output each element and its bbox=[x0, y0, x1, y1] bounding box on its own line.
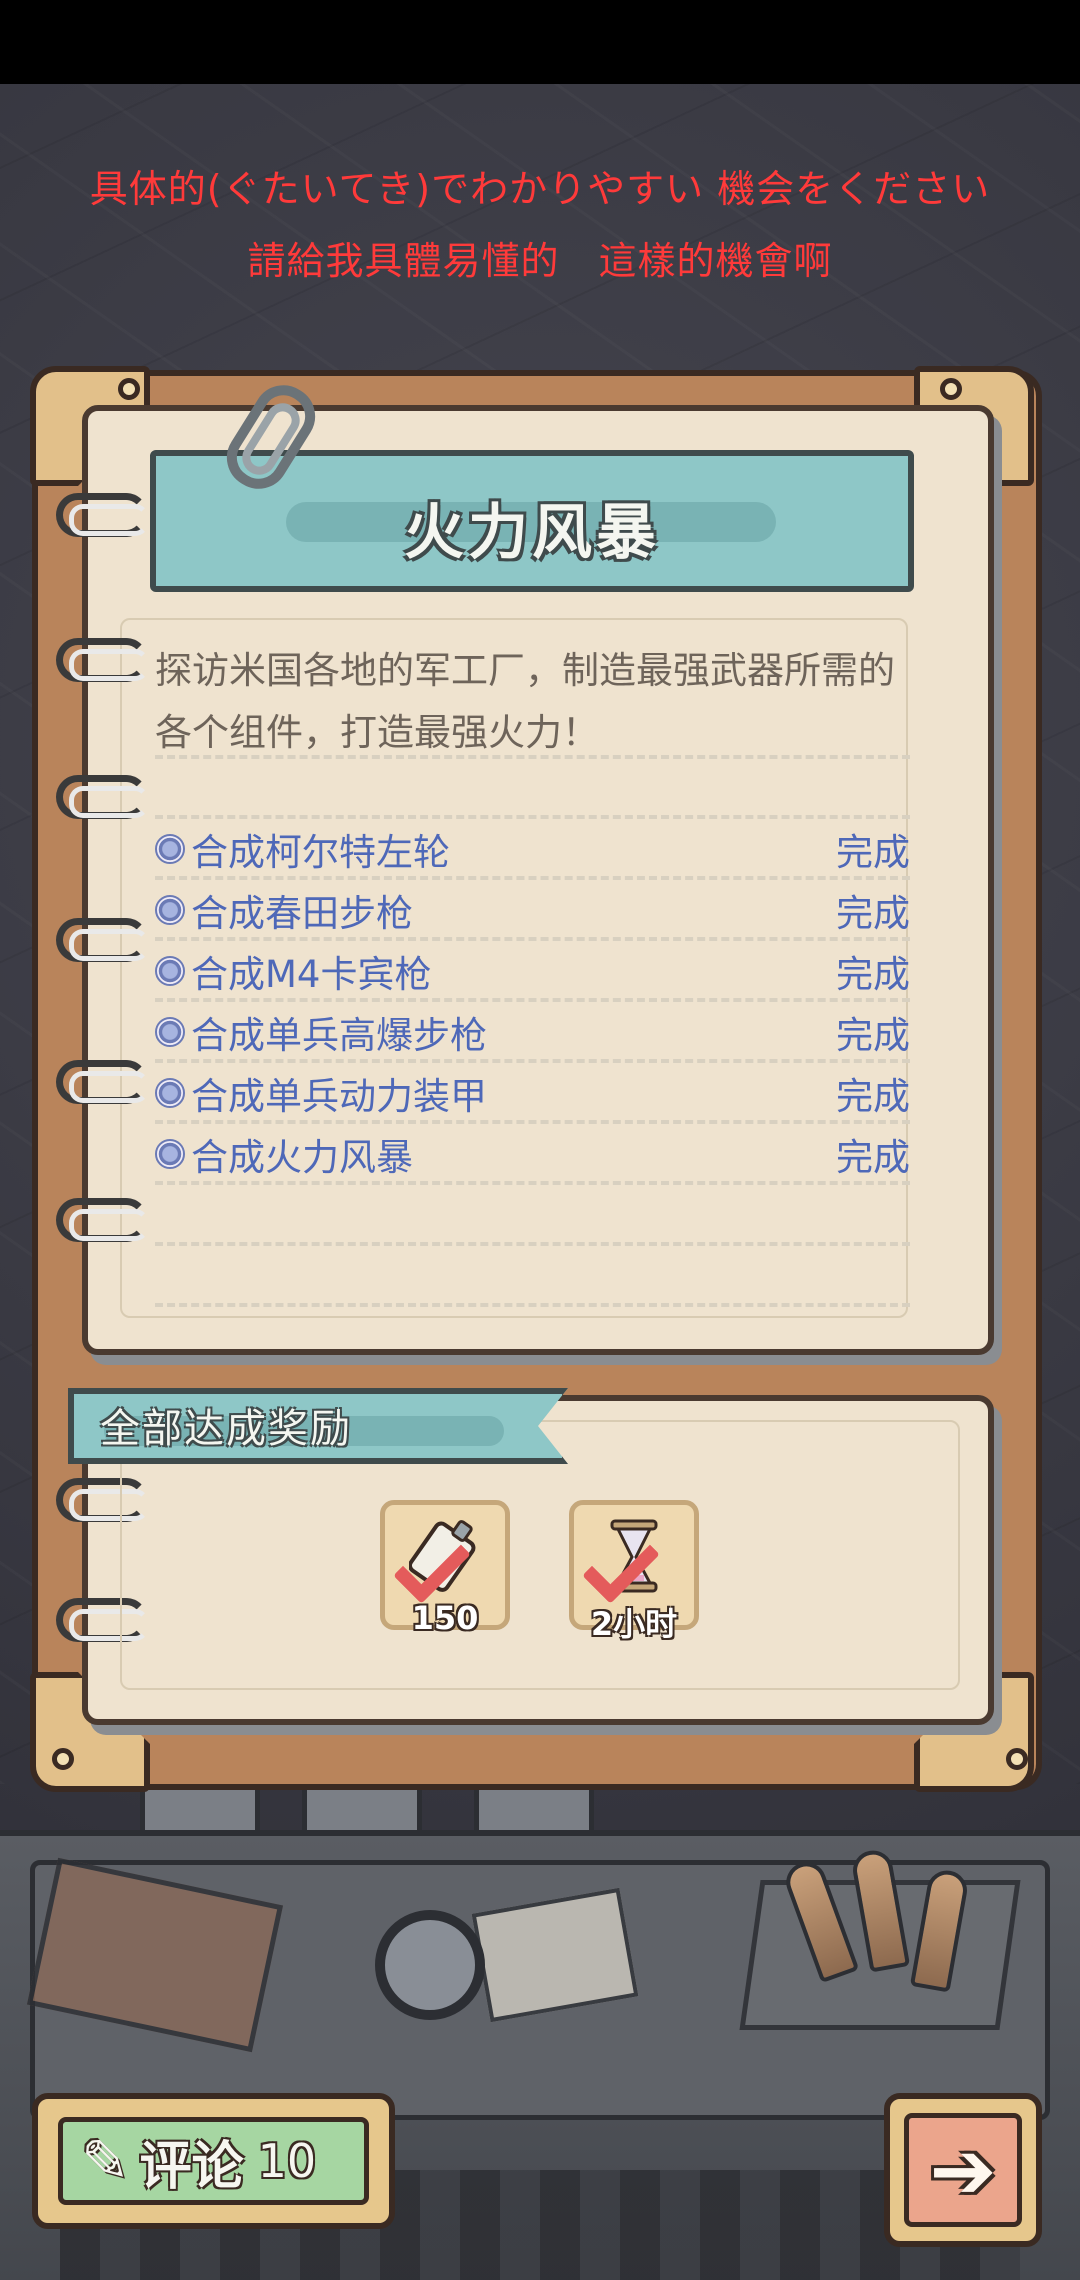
arrow-right-icon: ➔ bbox=[904, 2113, 1022, 2227]
task-row: 合成柯尔特左轮 完成 bbox=[155, 820, 910, 878]
task-status: 完成 bbox=[836, 1014, 910, 1057]
comment-button[interactable]: ✎ 评论 10 bbox=[32, 2093, 395, 2229]
ruled-line bbox=[155, 998, 910, 1002]
next-button[interactable]: ➔ bbox=[884, 2093, 1042, 2247]
bullet-dot-icon bbox=[155, 1017, 185, 1047]
task-row: 合成M4卡宾枪 完成 bbox=[155, 942, 910, 1000]
screw-icon bbox=[52, 1748, 74, 1770]
ruled-line bbox=[155, 1059, 910, 1063]
quill-pen-icon: ✎ bbox=[81, 2127, 130, 2195]
task-name: 合成单兵动力装甲 bbox=[191, 1075, 487, 1118]
subtitle-chinese: 請給我具體易懂的 這樣的機會啊 bbox=[247, 239, 833, 283]
task-row: 合成单兵高爆步枪 完成 bbox=[155, 1003, 910, 1061]
quest-title: 火力风暴 bbox=[404, 498, 660, 568]
comment-label: 评论 bbox=[139, 2136, 244, 2197]
bullet-dot-icon bbox=[155, 1139, 185, 1169]
task-name: 合成柯尔特左轮 bbox=[191, 831, 450, 874]
task-status: 完成 bbox=[836, 1075, 910, 1118]
description-line: 探访米国各地的军工厂，制造最强武器所需的 bbox=[155, 649, 895, 692]
reward-title: 全部达成奖励 bbox=[100, 1406, 352, 1452]
binder-ring bbox=[56, 1198, 149, 1242]
comment-count: 10 bbox=[257, 2134, 317, 2188]
ruled-line bbox=[155, 755, 910, 759]
task-status: 完成 bbox=[836, 953, 910, 996]
task-name: 合成M4卡宾枪 bbox=[191, 953, 432, 996]
reward-item-time[interactable]: 2小时 bbox=[569, 1500, 699, 1643]
ruled-line bbox=[155, 876, 910, 880]
magnifier-icon bbox=[375, 1910, 485, 2020]
screw-icon bbox=[118, 378, 140, 400]
screw-icon bbox=[940, 378, 962, 400]
reward-item-glue[interactable]: 150 bbox=[380, 1500, 510, 1637]
reward-count: 2小时 bbox=[590, 1605, 678, 1643]
bullet-dot-icon bbox=[155, 895, 185, 925]
task-row: 合成单兵动力装甲 完成 bbox=[155, 1064, 910, 1122]
binder-ring bbox=[56, 493, 149, 537]
bullet-dot-icon bbox=[155, 834, 185, 864]
status-bar bbox=[0, 0, 1080, 84]
reward-count: 150 bbox=[411, 1599, 479, 1637]
quest-description: 探访米国各地的军工厂，制造最强武器所需的 各个组件，打造最强火力！ bbox=[155, 640, 915, 764]
ruled-line bbox=[155, 1120, 910, 1124]
task-row: 合成春田步枪 完成 bbox=[155, 881, 910, 939]
ruled-line bbox=[155, 1242, 910, 1246]
task-row: 合成火力风暴 完成 bbox=[155, 1125, 910, 1183]
binder-ring bbox=[56, 918, 149, 962]
task-status: 完成 bbox=[836, 1136, 910, 1179]
binder-ring bbox=[56, 775, 149, 819]
subtitle-japanese: 具体的(ぐたいてき)でわかりやすい 機会をください bbox=[89, 167, 991, 211]
task-name: 合成单兵高爆步枪 bbox=[191, 1014, 487, 1057]
bullet-dot-icon bbox=[155, 956, 185, 986]
screw-icon bbox=[1006, 1748, 1028, 1770]
binder-ring bbox=[56, 1060, 149, 1104]
binder-ring bbox=[56, 638, 149, 682]
bullet-dot-icon bbox=[155, 1078, 185, 1108]
ruled-line bbox=[155, 1303, 910, 1307]
ruled-line bbox=[155, 815, 910, 819]
task-status: 完成 bbox=[836, 831, 910, 874]
task-name: 合成春田步枪 bbox=[191, 892, 413, 935]
task-name: 合成火力风暴 bbox=[191, 1136, 413, 1179]
task-status: 完成 bbox=[836, 892, 910, 935]
ruled-line bbox=[155, 1181, 910, 1185]
ruled-line bbox=[155, 937, 910, 941]
